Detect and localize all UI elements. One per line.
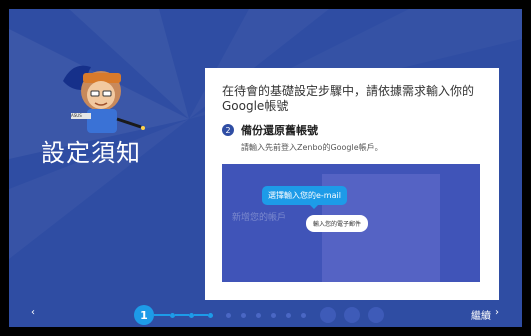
page-indicator: 1 xyxy=(134,303,394,327)
preview-pill: 輸入您的電子郵件 xyxy=(306,215,369,232)
pending-dot xyxy=(241,313,246,318)
back-button[interactable]: ‹ xyxy=(31,307,35,318)
pending-dot xyxy=(271,313,276,318)
preview-ghost-text: 新增您的帳戶 xyxy=(232,213,287,223)
progress-line xyxy=(175,314,189,316)
pending-dot xyxy=(301,313,306,318)
step-title: 備份還原舊帳號 xyxy=(241,124,318,137)
preview-image: 新增您的帳戶 選擇輸入您的e-mail 輸入您的電子郵件 xyxy=(222,164,480,282)
pending-large-dot xyxy=(344,307,360,323)
pending-dot xyxy=(286,313,291,318)
preview-bubble: 選擇輸入您的e-mail xyxy=(262,186,347,209)
bottom-navigation: ‹ 1 繼續 › xyxy=(9,303,522,327)
pending-dot xyxy=(226,313,231,318)
pending-dot xyxy=(256,313,261,318)
progress-line xyxy=(194,314,208,316)
next-button[interactable]: 繼續 › xyxy=(471,307,499,322)
mascot-badge: ASUS xyxy=(71,113,82,118)
progress-line xyxy=(154,314,170,316)
setup-screen: ASUS 設定須知 在待會的基礎設定步驟中，請依據需求輸入你的Google帳號 … xyxy=(9,9,522,327)
progress-dot xyxy=(208,313,213,318)
intro-text: 在待會的基礎設定步驟中，請依據需求輸入你的Google帳號 xyxy=(222,84,475,113)
page-title: 設定須知 xyxy=(41,139,141,167)
pending-large-dot xyxy=(368,307,384,323)
current-step-indicator: 1 xyxy=(134,305,154,325)
step-header: 2 備份還原舊帳號 xyxy=(222,122,318,138)
info-card: 在待會的基礎設定步驟中，請依據需求輸入你的Google帳號 2 備份還原舊帳號 … xyxy=(205,68,499,300)
chevron-right-icon: › xyxy=(495,307,499,318)
next-label: 繼續 xyxy=(471,311,491,322)
pending-large-dot xyxy=(320,307,336,323)
step-number-badge: 2 xyxy=(222,124,234,136)
mascot-illustration xyxy=(63,65,145,133)
step-description: 請輸入先前登入Zenbo的Google帳戶。 xyxy=(241,143,383,152)
